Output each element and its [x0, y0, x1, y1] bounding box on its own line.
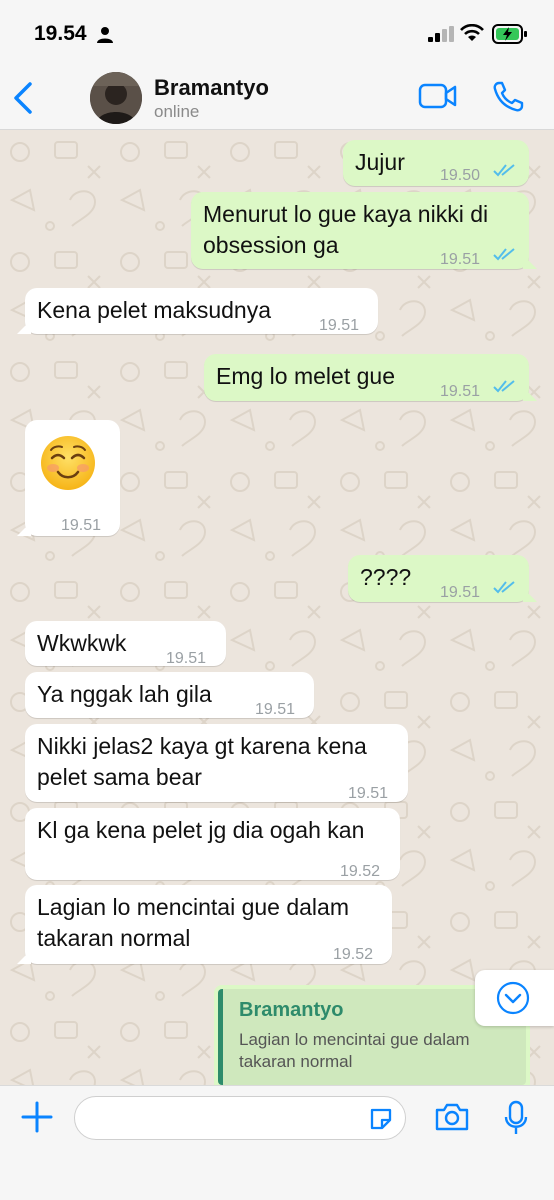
wifi-icon: [460, 24, 484, 41]
message-bubble-outgoing[interactable]: ???? 19.51: [348, 555, 537, 602]
microphone-icon[interactable]: [503, 1100, 529, 1136]
message-text: Nikki jelas2 kaya gt karena kena: [37, 733, 367, 759]
battery-charging-icon: [492, 24, 527, 44]
message-time: 19.52: [333, 946, 374, 963]
input-bar: [0, 1085, 554, 1200]
bubble-tail: [523, 387, 537, 401]
message-bubble-outgoing[interactable]: Menurut lo gue kaya nikki di obsession g…: [191, 192, 537, 269]
message-text: Menurut lo gue kaya nikki di: [203, 201, 489, 227]
message-time: 19.51: [319, 317, 360, 334]
back-chevron-icon[interactable]: [8, 78, 42, 118]
bubble-tail: [523, 588, 537, 602]
camera-icon[interactable]: [434, 1102, 470, 1132]
person-icon: [97, 27, 113, 43]
message-text: ????: [360, 564, 412, 590]
message-time: 19.51: [440, 251, 481, 268]
chat-area[interactable]: Jujur 19.50 Menurut lo gue kaya nikki di…: [0, 130, 554, 1085]
message-text: Jujur: [355, 149, 405, 175]
scroll-to-bottom-button[interactable]: [475, 970, 554, 1026]
message-time: 19.51: [166, 650, 207, 667]
phone-call-icon[interactable]: [491, 80, 525, 114]
chat-header: Bramantyo online: [0, 64, 554, 130]
message-text: Lagian lo mencintai gue dalam: [37, 894, 349, 920]
message-time: 19.51: [61, 517, 102, 534]
message-text-line-2: takaran normal: [37, 925, 191, 951]
message-time: 19.51: [255, 701, 296, 718]
message-text-line-2: pelet sama bear: [37, 764, 202, 790]
message-bubble-incoming[interactable]: Wkwkwk 19.51: [25, 621, 226, 667]
read-ticks-icon: [493, 380, 515, 393]
reply-text: Lagian lo mencintai gue dalam takaran no…: [239, 1030, 470, 1071]
chevron-down-circle-icon: [496, 981, 530, 1015]
read-ticks-icon: [493, 164, 515, 177]
message-text: Wkwkwk: [37, 630, 127, 656]
message-text: Emg lo melet gue: [216, 363, 395, 389]
contact-status: online: [154, 102, 200, 121]
bubble-tail: [17, 320, 31, 334]
message-bubble-incoming[interactable]: Ya nggak lah gila 19.51: [25, 672, 314, 718]
message-time: 19.51: [440, 584, 481, 601]
sticker-icon[interactable]: [368, 1106, 394, 1132]
message-bubble-outgoing[interactable]: Emg lo melet gue 19.51: [204, 354, 537, 401]
read-ticks-icon: [493, 581, 515, 594]
status-bar: 19.54: [0, 0, 554, 64]
smiling-face-icon: [41, 436, 95, 490]
status-time: 19.54: [34, 22, 87, 45]
message-time: 19.50: [440, 167, 481, 184]
message-input[interactable]: [74, 1096, 406, 1140]
message-bubble-incoming[interactable]: Lagian lo mencintai gue dalam takaran no…: [17, 885, 392, 964]
read-ticks-icon: [493, 248, 515, 261]
avatar[interactable]: [90, 72, 142, 124]
message-text: Ya nggak lah gila: [37, 681, 212, 707]
message-bubble-outgoing[interactable]: Jujur 19.50: [343, 140, 529, 186]
message-time: 19.52: [340, 863, 381, 880]
message-bubble-incoming[interactable]: Nikki jelas2 kaya gt karena kena pelet s…: [25, 724, 408, 802]
bubble-tail: [17, 950, 31, 964]
bubble-tail: [523, 255, 537, 269]
avatar-photo: [90, 72, 142, 124]
message-bubble-incoming[interactable]: Kl ga kena pelet jg dia ogah kan 19.52: [25, 808, 400, 880]
bubble-tail: [17, 522, 31, 536]
message-text: Kena pelet maksudnya: [37, 297, 271, 323]
video-call-icon[interactable]: [418, 82, 458, 110]
plus-icon[interactable]: [20, 1100, 54, 1134]
message-bubble-incoming-emoji[interactable]: 19.51: [17, 420, 120, 536]
message-time: 19.51: [348, 785, 389, 802]
message-text: Kl ga kena pelet jg dia ogah kan: [37, 817, 365, 843]
cellular-signal-icon: [428, 26, 454, 42]
message-bubble-incoming[interactable]: Kena pelet maksudnya 19.51: [17, 288, 378, 334]
message-time: 19.51: [440, 383, 481, 400]
reply-author: Bramantyo: [239, 999, 344, 1021]
message-text-line-2: obsession ga: [203, 232, 339, 258]
contact-name[interactable]: Bramantyo: [154, 75, 269, 101]
